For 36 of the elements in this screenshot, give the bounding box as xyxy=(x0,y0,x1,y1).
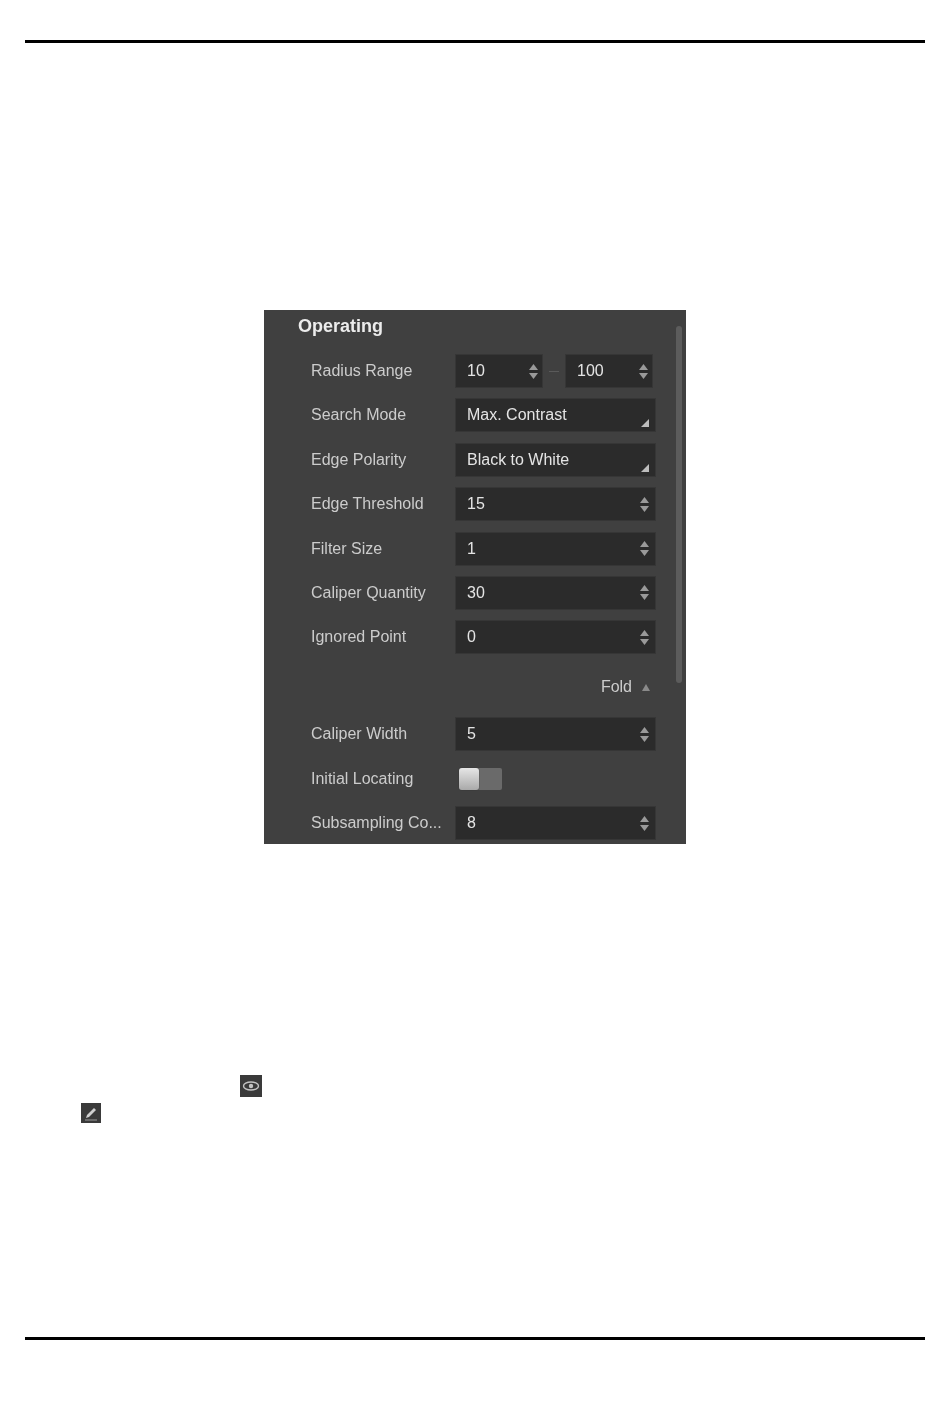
field-label: Initial Locating xyxy=(311,769,414,787)
number-spin-box[interactable]: 0 xyxy=(455,620,656,655)
dropdown-corner-icon[interactable] xyxy=(641,463,649,472)
pencil-icon xyxy=(81,1103,101,1123)
scrollbar[interactable] xyxy=(676,326,682,683)
section-title: Operating xyxy=(298,315,383,337)
field-label: Filter Size xyxy=(311,539,383,557)
spinner-arrows-icon[interactable] xyxy=(529,363,538,379)
toggle-switch[interactable] xyxy=(459,767,502,790)
field-label: Search Mode xyxy=(311,406,407,424)
field-label: Ignored Point xyxy=(311,628,407,646)
dropdown[interactable]: Max. Contrast xyxy=(455,398,656,433)
field-label: Subsampling Co... xyxy=(311,814,442,832)
field-label: Edge Polarity xyxy=(311,450,407,468)
number-spin-box[interactable]: 10 xyxy=(455,354,543,388)
dropdown-corner-icon[interactable] xyxy=(641,419,649,428)
field-label: Edge Threshold xyxy=(311,495,424,513)
fold-button[interactable]: Fold xyxy=(600,677,650,698)
spinner-arrows-icon[interactable] xyxy=(640,629,649,645)
eye-icon xyxy=(240,1075,262,1097)
number-spin-box[interactable]: 1 xyxy=(455,531,656,566)
spinner-arrows-icon[interactable] xyxy=(640,815,649,831)
field-label: Caliper Quantity xyxy=(311,583,426,601)
spinner-arrows-icon[interactable] xyxy=(640,585,649,601)
spinner-arrows-icon[interactable] xyxy=(640,541,649,557)
number-spin-box[interactable]: 8 xyxy=(455,806,656,841)
number-spin-box[interactable]: 15 xyxy=(455,487,656,522)
number-spin-box[interactable]: 30 xyxy=(455,575,656,610)
field-label: Caliper Width xyxy=(311,725,408,743)
dropdown[interactable]: Black to White xyxy=(455,442,656,477)
spinner-arrows-icon[interactable] xyxy=(639,363,648,379)
spinner-arrows-icon[interactable] xyxy=(640,496,649,512)
number-spin-box[interactable]: 100 xyxy=(565,354,653,388)
spinner-arrows-icon[interactable] xyxy=(640,726,649,742)
number-spin-box[interactable]: 5 xyxy=(455,717,656,752)
field-label: Radius Range xyxy=(311,362,413,379)
